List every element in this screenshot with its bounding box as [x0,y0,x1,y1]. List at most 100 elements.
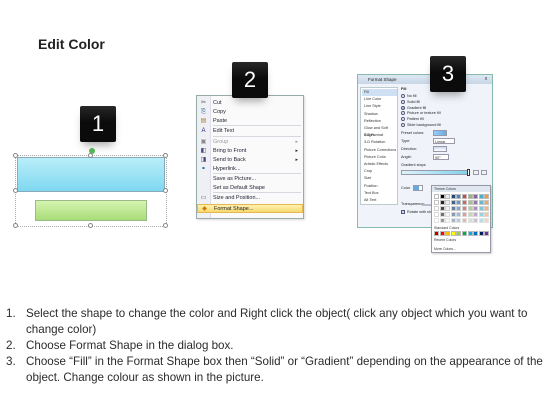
color-swatch[interactable] [473,200,479,205]
menu-item-edit-text[interactable]: A Edit Text [197,127,303,136]
standard-color-swatch[interactable] [439,231,445,236]
menu-item-format-shape[interactable]: ◆ Format Shape... [197,204,303,213]
color-swatch[interactable] [439,200,445,205]
color-swatch[interactable] [450,218,456,223]
color-swatch[interactable] [478,194,484,199]
color-swatch[interactable] [473,194,479,199]
resize-handle-tm[interactable] [88,153,93,158]
category-text-box[interactable]: Text Box [362,190,397,197]
color-swatch[interactable] [473,212,479,217]
category-reflection[interactable]: Reflection [362,118,397,125]
menu-item-copy[interactable]: ⎘ Copy [197,108,303,117]
green-shape[interactable] [35,200,147,221]
color-swatch[interactable] [450,194,456,199]
category-size[interactable]: Size [362,175,397,182]
color-swatch[interactable] [456,206,462,211]
category-fill[interactable]: Fill [362,89,397,96]
selected-shape[interactable] [17,157,165,192]
category-3-d-rotation[interactable]: 3-D Rotation [362,139,397,146]
resize-handle-tr[interactable] [163,153,168,158]
color-swatch[interactable] [484,206,490,211]
category-crop[interactable]: Crop [362,168,397,175]
standard-color-swatch[interactable] [445,231,451,236]
category-picture-corrections[interactable]: Picture Corrections [362,147,397,154]
color-swatch[interactable] [450,206,456,211]
color-swatch[interactable] [478,200,484,205]
color-swatch[interactable] [467,206,473,211]
resize-handle-mr[interactable] [163,188,168,193]
color-swatch[interactable] [456,212,462,217]
color-swatch[interactable] [478,212,484,217]
resize-handle-ml[interactable] [13,188,18,193]
menu-item-bring-to-front[interactable]: ◧ Bring to Front ▸ [197,147,303,156]
color-swatch[interactable] [478,206,484,211]
color-swatch[interactable] [484,194,490,199]
category-line-color[interactable]: Line Color [362,96,397,103]
color-swatch[interactable] [434,206,439,211]
close-icon[interactable]: x [482,76,490,82]
color-swatch[interactable] [484,200,490,205]
color-swatch[interactable] [484,218,490,223]
fill-option-no-fill[interactable]: No fill [401,94,417,98]
color-swatch[interactable] [439,212,445,217]
standard-color-swatch[interactable] [478,231,484,236]
color-swatch[interactable] [439,194,445,199]
category-alt-text[interactable]: Alt Text [362,197,397,204]
category-position[interactable]: Position [362,183,397,190]
standard-color-swatch[interactable] [462,231,467,236]
color-swatch[interactable] [467,200,473,205]
category-line-style[interactable]: Line Style [362,103,397,110]
gradient-stop-handle[interactable] [467,169,470,176]
color-swatch[interactable] [462,218,467,223]
direction-button[interactable] [433,146,447,152]
color-swatch[interactable] [445,206,451,211]
standard-color-swatch[interactable] [434,231,439,236]
radio-button[interactable] [401,123,405,127]
category-artistic-effects[interactable]: Artistic Effects [362,161,397,168]
standard-color-swatch[interactable] [450,231,456,236]
standard-color-swatch[interactable] [456,231,462,236]
menu-item-cut[interactable]: ✂ Cut [197,99,303,108]
resize-handle-bm[interactable] [88,223,93,228]
color-swatch[interactable] [462,206,467,211]
color-swatch[interactable] [473,206,479,211]
radio-button[interactable] [401,105,405,110]
preset-colors-button[interactable] [433,130,447,136]
color-swatch[interactable] [478,218,484,223]
color-swatch[interactable] [450,200,456,205]
color-swatch[interactable] [439,206,445,211]
standard-color-swatch[interactable] [473,231,479,236]
fill-option-solid-fill[interactable]: Solid fill [401,99,420,104]
color-swatch[interactable] [434,200,439,205]
radio-button[interactable] [401,94,405,98]
fill-option-picture-or-texture-fill[interactable]: Picture or texture fill [401,111,441,116]
resize-handle-bl[interactable] [13,223,18,228]
gradient-stops-bar[interactable] [401,170,469,175]
resize-handle-br[interactable] [163,223,168,228]
color-swatch[interactable] [445,218,451,223]
color-swatch[interactable] [462,212,467,217]
add-stop-button[interactable] [473,170,479,175]
category-picture-color[interactable]: Picture Color [362,154,397,161]
color-swatch[interactable] [439,218,445,223]
resize-handle-tl[interactable] [13,153,18,158]
color-swatch[interactable] [450,212,456,217]
color-swatch[interactable] [434,194,439,199]
color-swatch[interactable] [467,194,473,199]
fill-option-gradient-fill[interactable]: Gradient fill [401,105,426,110]
color-swatch[interactable] [445,194,451,199]
color-swatch[interactable] [434,212,439,217]
color-swatch[interactable] [445,200,451,205]
fill-option-pattern-fill[interactable]: Pattern fill [401,117,424,122]
color-swatch[interactable] [467,212,473,217]
type-select[interactable]: Linear [433,138,455,144]
color-swatch[interactable] [445,212,451,217]
menu-item-save-as-picture[interactable]: Save as Picture... [197,175,303,184]
color-swatch[interactable] [434,218,439,223]
category-glow-and-soft-edges[interactable]: Glow and Soft Edges [362,125,397,137]
menu-item-size-and-position[interactable]: ▭ Size and Position... [197,194,303,203]
category-3-d-format[interactable]: 3-D Format [362,132,397,139]
fill-option-slide-background-fill[interactable]: Slide background fill [401,123,441,127]
color-swatch[interactable] [467,218,473,223]
radio-button[interactable] [401,99,405,104]
